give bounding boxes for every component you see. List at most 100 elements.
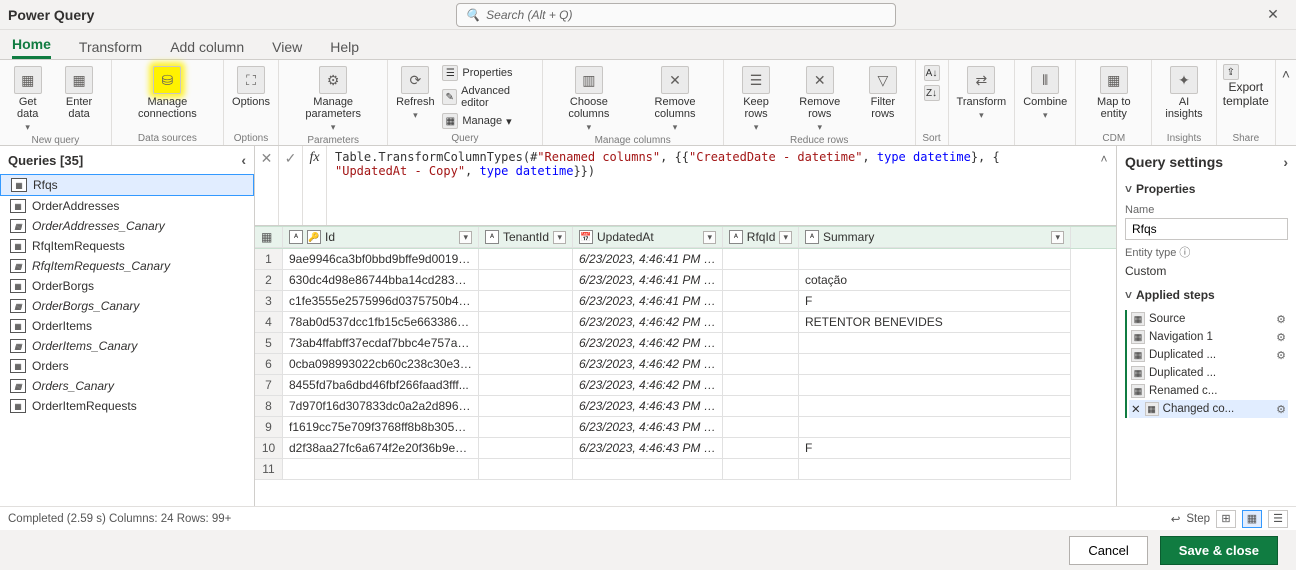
- gear-icon[interactable]: ⚙: [1276, 403, 1286, 416]
- filter-dropdown-icon[interactable]: ▾: [1051, 231, 1064, 244]
- diagram-view-button[interactable]: ⊞: [1216, 510, 1236, 528]
- tab-view[interactable]: View: [272, 39, 302, 59]
- cell-id[interactable]: 0cba098993022cb60c238c30e3a...: [283, 354, 479, 375]
- query-item[interactable]: ▦RfqItemRequests_Canary: [0, 256, 254, 276]
- cell-summary[interactable]: [799, 417, 1071, 438]
- query-name-input[interactable]: [1125, 218, 1288, 240]
- row-number[interactable]: 8: [255, 396, 283, 417]
- manage-parameters-button[interactable]: ⚙ Manage parameters▾: [285, 64, 381, 135]
- query-item[interactable]: ▦OrderAddresses_Canary: [0, 216, 254, 236]
- query-item[interactable]: ▦OrderItemRequests: [0, 396, 254, 416]
- cell-summary[interactable]: RETENTOR BENEVIDES: [799, 312, 1071, 333]
- query-item[interactable]: ▦Orders_Canary: [0, 376, 254, 396]
- cell-updated[interactable]: 6/23/2023, 4:46:43 PM +00:00: [573, 396, 723, 417]
- applied-step[interactable]: ▦Navigation 1⚙: [1129, 328, 1288, 346]
- data-grid[interactable]: ▦ ᴬ 🔑 Id ▾ ᴬ TenantId ▾ 📅 UpdatedAt ▾: [255, 226, 1116, 506]
- grid-corner[interactable]: ▦: [255, 227, 283, 248]
- cell-tenant[interactable]: [479, 249, 573, 270]
- table-row[interactable]: 478ab0d537dcc1fb15c5e6633865... 6/23/202…: [255, 312, 1116, 333]
- cell-tenant[interactable]: [479, 375, 573, 396]
- col-header-id[interactable]: ᴬ 🔑 Id ▾: [283, 227, 479, 248]
- cell-summary[interactable]: [799, 333, 1071, 354]
- sort-desc-button[interactable]: Z↓: [922, 84, 942, 102]
- remove-columns-button[interactable]: ✕ Remove columns▾: [633, 64, 717, 135]
- cell-rfqid[interactable]: [723, 354, 799, 375]
- table-row[interactable]: 10d2f38aa27fc6a674f2e20f36b9e4e... 6/23/…: [255, 438, 1116, 459]
- info-icon[interactable]: ⓘ: [1179, 247, 1190, 259]
- cell-updated[interactable]: 6/23/2023, 4:46:43 PM +00:00: [573, 417, 723, 438]
- row-number[interactable]: 9: [255, 417, 283, 438]
- cell-rfqid[interactable]: [723, 333, 799, 354]
- cell-id[interactable]: 73ab4ffabff37ecdaf7bbc4e757a3...: [283, 333, 479, 354]
- cell-tenant[interactable]: [479, 333, 573, 354]
- cell-rfqid[interactable]: [723, 291, 799, 312]
- search-box[interactable]: 🔍 Search (Alt + Q): [456, 3, 896, 27]
- cell-updated[interactable]: 6/23/2023, 4:46:42 PM +00:00: [573, 354, 723, 375]
- query-item[interactable]: ▦Rfqs: [0, 174, 254, 196]
- remove-rows-button[interactable]: ✕ Remove rows▾: [786, 64, 853, 135]
- query-item[interactable]: ▦OrderItems_Canary: [0, 336, 254, 356]
- cell-rfqid[interactable]: [723, 312, 799, 333]
- combine-button[interactable]: ⫴ Combine▾: [1021, 64, 1069, 123]
- close-icon[interactable]: ✕: [1258, 6, 1288, 23]
- advanced-editor-button[interactable]: ✎Advanced editor: [440, 84, 535, 110]
- col-header-tenant[interactable]: ᴬ TenantId ▾: [479, 227, 573, 248]
- applied-step[interactable]: ▦Source⚙: [1129, 310, 1288, 328]
- cell-updated[interactable]: 6/23/2023, 4:46:41 PM +00:00: [573, 270, 723, 291]
- cell-id[interactable]: f1619cc75e709f3768ff8b8b305cf...: [283, 417, 479, 438]
- row-number[interactable]: 2: [255, 270, 283, 291]
- applied-step[interactable]: ▦Duplicated ...: [1129, 364, 1288, 382]
- cell-tenant[interactable]: [479, 312, 573, 333]
- table-row[interactable]: 11: [255, 459, 1116, 480]
- cell-summary[interactable]: [799, 354, 1071, 375]
- cell-updated[interactable]: 6/23/2023, 4:46:42 PM +00:00: [573, 312, 723, 333]
- table-row[interactable]: 87d970f16d307833dc0a2a2d8960... 6/23/202…: [255, 396, 1116, 417]
- cell-updated[interactable]: 6/23/2023, 4:46:41 PM +00:00: [573, 249, 723, 270]
- get-data-button[interactable]: ▦ Get data▾: [6, 64, 49, 135]
- row-number[interactable]: 4: [255, 312, 283, 333]
- cell-rfqid[interactable]: [723, 396, 799, 417]
- data-view-button[interactable]: ▦: [1242, 510, 1262, 528]
- options-button[interactable]: ⛶ Options: [230, 64, 272, 110]
- query-item[interactable]: ▦OrderBorgs_Canary: [0, 296, 254, 316]
- cell-summary[interactable]: [799, 396, 1071, 417]
- cell-rfqid[interactable]: [723, 417, 799, 438]
- row-number[interactable]: 10: [255, 438, 283, 459]
- col-header-updated[interactable]: 📅 UpdatedAt ▾: [573, 227, 723, 248]
- cell-updated[interactable]: 6/23/2023, 4:46:42 PM +00:00: [573, 333, 723, 354]
- export-template-button[interactable]: ⇪Export template: [1223, 64, 1269, 108]
- manage-query-button[interactable]: ▦Manage ▾: [440, 112, 535, 130]
- query-item[interactable]: ▦OrderItems: [0, 316, 254, 336]
- row-number[interactable]: 11: [255, 459, 283, 480]
- expand-settings-icon[interactable]: ›: [1283, 154, 1288, 170]
- tab-home[interactable]: Home: [12, 36, 51, 59]
- cell-tenant[interactable]: [479, 417, 573, 438]
- gear-icon[interactable]: ⚙: [1276, 331, 1286, 344]
- delete-step-icon[interactable]: ✕: [1131, 402, 1141, 416]
- row-number[interactable]: 1: [255, 249, 283, 270]
- cell-id[interactable]: 78ab0d537dcc1fb15c5e6633865...: [283, 312, 479, 333]
- cell-summary[interactable]: [799, 375, 1071, 396]
- properties-section[interactable]: Properties: [1125, 182, 1288, 196]
- col-header-summary[interactable]: ᴬ Summary ▾: [799, 227, 1071, 248]
- table-row[interactable]: 3c1fe3555e2575996d0375750b46... 6/23/202…: [255, 291, 1116, 312]
- sort-asc-button[interactable]: A↓: [922, 64, 942, 82]
- cell-summary[interactable]: [799, 249, 1071, 270]
- cell-tenant[interactable]: [479, 438, 573, 459]
- formula-cancel-icon[interactable]: ✕: [255, 146, 279, 225]
- query-item[interactable]: ▦Orders: [0, 356, 254, 376]
- col-header-rfqid[interactable]: ᴬ RfqId ▾: [723, 227, 799, 248]
- cell-updated[interactable]: 6/23/2023, 4:46:43 PM +00:00: [573, 438, 723, 459]
- cell-updated[interactable]: 6/23/2023, 4:46:42 PM +00:00: [573, 375, 723, 396]
- cell-summary[interactable]: cotação: [799, 270, 1071, 291]
- cell-summary[interactable]: F: [799, 291, 1071, 312]
- applied-step[interactable]: ▦Renamed c...: [1129, 382, 1288, 400]
- tab-add-column[interactable]: Add column: [170, 39, 244, 59]
- cell-rfqid[interactable]: [723, 270, 799, 291]
- formula-commit-icon[interactable]: ✓: [279, 146, 303, 225]
- filter-dropdown-icon[interactable]: ▾: [553, 231, 566, 244]
- filter-dropdown-icon[interactable]: ▾: [459, 231, 472, 244]
- schema-view-button[interactable]: ☰: [1268, 510, 1288, 528]
- cell-rfqid[interactable]: [723, 438, 799, 459]
- gear-icon[interactable]: ⚙: [1276, 313, 1286, 326]
